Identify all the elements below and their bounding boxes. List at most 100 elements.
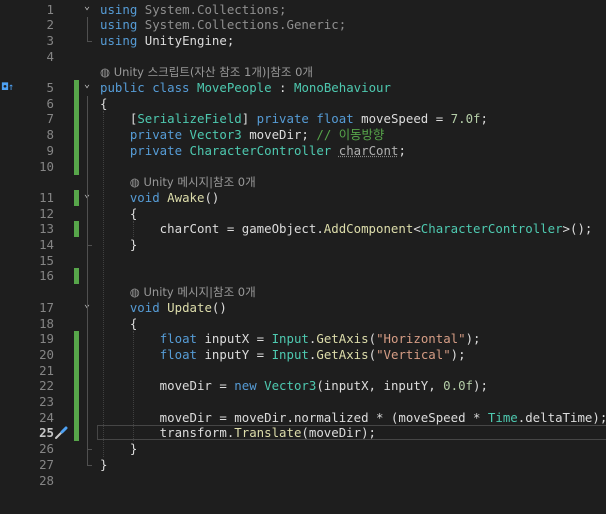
line-number: 11	[39, 189, 54, 205]
token: ;	[480, 111, 488, 127]
code-text[interactable]: {	[100, 96, 107, 112]
token: {	[100, 315, 138, 331]
code-text[interactable]: public class MovePeople : MonoBehaviour	[100, 80, 391, 96]
token: 0.0f	[443, 378, 474, 394]
code-line-11[interactable]: 11 ⌄ void Awake()	[0, 189, 606, 206]
code-text[interactable]: using System.Collections.Generic;	[100, 17, 346, 33]
change-indicator	[74, 425, 79, 442]
code-line-17[interactable]: 17 ⌄ void Update()	[0, 299, 606, 316]
code-text[interactable]: moveDir = moveDir.normalized * (moveSpee…	[100, 410, 606, 426]
code-text[interactable]: charCont = gameObject.AddComponent<Chara…	[100, 221, 593, 237]
code-text[interactable]: void Awake()	[100, 189, 220, 206]
code-text[interactable]: void Update()	[100, 300, 227, 316]
token: Input	[271, 331, 309, 347]
token: (inputX, inputY,	[316, 378, 444, 394]
line-number: 14	[39, 237, 54, 252]
codelens-hint[interactable]: ◍ Unity 메시지|참조 0개	[130, 174, 256, 190]
code-text[interactable]: [SerializeField] private float moveSpeed…	[100, 111, 488, 127]
line-number: 7	[46, 111, 54, 127]
line-number: 5	[46, 80, 54, 95]
code-line-9[interactable]: 9 private CharacterController charCont;	[0, 142, 606, 159]
code-line-2[interactable]: 2 using System.Collections.Generic;	[0, 17, 606, 33]
line-number: 3	[46, 32, 54, 48]
token: moveDir;	[241, 127, 317, 143]
code-text[interactable]: float inputX = Input.GetAxis("Horizontal…	[100, 331, 481, 347]
token: // 이동방향	[316, 127, 385, 143]
token: inputX =	[204, 331, 272, 347]
token: [	[100, 111, 138, 127]
code-text[interactable]: }	[100, 237, 137, 253]
code-line-7[interactable]: 7 [SerializeField] private float moveSpe…	[0, 111, 606, 128]
code-line-28[interactable]: 28	[0, 473, 606, 489]
token: System.Collections.Generic;	[144, 17, 347, 33]
screwdriver-icon[interactable]	[54, 426, 70, 440]
code-line-13[interactable]: 13 charCont = gameObject.AddComponent<Ch…	[0, 221, 606, 238]
token: private	[256, 111, 317, 127]
line-number: 23	[39, 394, 54, 409]
change-indicator	[74, 221, 79, 238]
token: using	[100, 1, 145, 17]
token: private	[129, 127, 190, 143]
fold-region-end	[87, 448, 92, 450]
code-line-1[interactable]: 1 ⌄ using System.Collections;	[0, 0, 606, 18]
code-line-10[interactable]: 10	[0, 158, 606, 175]
code-text[interactable]: private CharacterController charCont;	[100, 143, 406, 159]
code-line-5[interactable]: ◘↑ 5 ⌄ public class MovePeople : MonoBehavi…	[0, 77, 606, 96]
code-line-23[interactable]: 23	[0, 394, 606, 410]
code-line-16[interactable]: 16	[0, 268, 606, 285]
code-text[interactable]: using UnityEngine;	[100, 33, 234, 49]
code-text[interactable]: }	[100, 441, 137, 457]
code-text[interactable]: moveDir = new Vector3(inputX, inputY, 0.…	[100, 378, 488, 394]
codelens-text[interactable]: Unity 스크립트(자산 참조 1개)|참조 0개	[114, 65, 313, 79]
change-indicator	[74, 111, 79, 128]
token: float	[316, 111, 362, 127]
token: );	[465, 331, 481, 347]
code-text[interactable]: }	[100, 457, 107, 473]
codelens-hint[interactable]: ◍ Unity 메시지|참조 0개	[130, 284, 256, 300]
code-line-6[interactable]: 6{	[0, 95, 606, 112]
code-line-21[interactable]: 21	[0, 362, 606, 379]
codelens-hint[interactable]: ◍ Unity 스크립트(자산 참조 1개)|참조 0개	[100, 64, 313, 80]
token: CharacterController	[189, 142, 332, 158]
change-indicator	[74, 409, 79, 426]
token: >();	[562, 221, 593, 237]
code-text[interactable]: {	[100, 206, 137, 222]
code-line-20[interactable]: 20 float inputY = Input.GetAxis("Vertica…	[0, 346, 606, 363]
line-number: 10	[39, 158, 54, 174]
code-line-15[interactable]: 15	[0, 253, 606, 269]
token: moveDir =	[100, 378, 235, 394]
token: .deltaTime);	[517, 409, 606, 425]
implementation-arrow-icon[interactable]: ◘↑	[2, 80, 24, 96]
line-number: 6	[46, 95, 54, 111]
fold-region-line	[87, 17, 88, 41]
collapse-chevron-icon[interactable]: ⌄	[81, 77, 93, 93]
line-number: 16	[39, 268, 54, 284]
token: moveSpeed =	[361, 111, 451, 127]
codelens-text[interactable]: Unity 메시지|참조 0개	[144, 175, 256, 189]
token: {	[100, 205, 138, 221]
collapse-chevron-icon[interactable]: ⌄	[81, 0, 93, 15]
codelens-text[interactable]: Unity 메시지|참조 0개	[144, 285, 256, 299]
code-line-12[interactable]: 12 {	[0, 206, 606, 222]
line-number: 9	[46, 142, 54, 158]
change-indicator	[74, 189, 79, 206]
code-line-8[interactable]: 8 private Vector3 moveDir; // 이동방향	[0, 127, 606, 144]
token: float	[159, 331, 205, 347]
code-line-4[interactable]: 4	[0, 49, 606, 65]
code-text[interactable]: {	[100, 316, 137, 332]
code-text[interactable]: private Vector3 moveDir; // 이동방향	[100, 127, 385, 143]
code-editor[interactable]: 1 ⌄ using System.Collections; 2 using System…	[0, 0, 606, 514]
code-line-18[interactable]: 18 {	[0, 316, 606, 332]
code-line-24[interactable]: 24 moveDir = moveDir.normalized * (moveS…	[0, 409, 606, 426]
code-line-22[interactable]: 22 moveDir = new Vector3(inputX, inputY,…	[0, 378, 606, 395]
code-text[interactable]: float inputY = Input.GetAxis("Vertical")…	[100, 347, 466, 363]
code-text[interactable]: using System.Collections;	[100, 2, 287, 18]
code-line-19[interactable]: 19 float inputX = Input.GetAxis("Horizon…	[0, 331, 606, 348]
token: charCont	[338, 142, 399, 158]
current-line-highlight	[97, 425, 606, 441]
line-number: 1	[46, 1, 54, 17]
token: void	[129, 189, 168, 205]
line-number: 17	[39, 299, 54, 315]
